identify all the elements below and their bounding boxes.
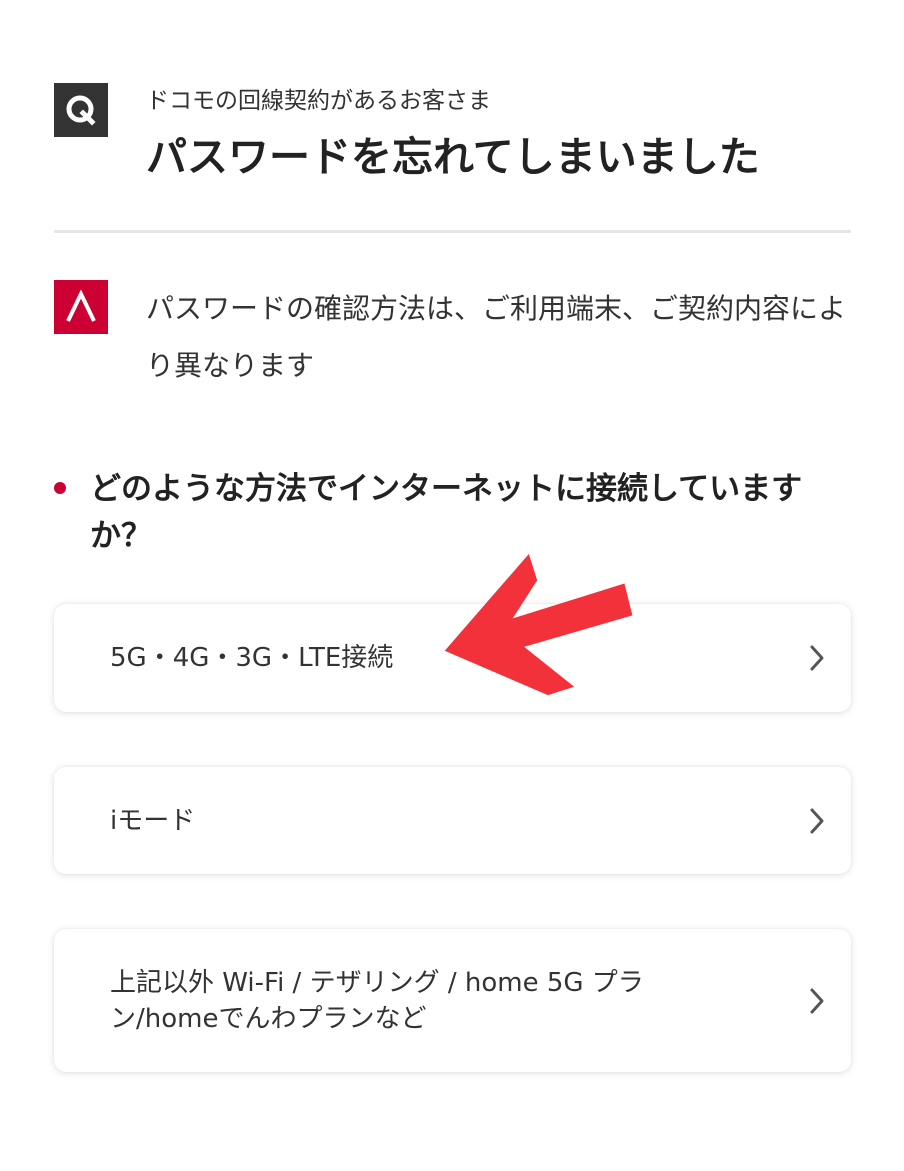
option-other-connection[interactable]: 上記以外 Wi-Fi / テザリング / home 5G プラン/homeでんわ…: [54, 929, 851, 1072]
option-mobile-connection[interactable]: 5G・4G・3G・LTE接続: [54, 604, 851, 712]
bullet-dot-icon: [54, 482, 66, 494]
section-heading: どのような方法でインターネットに接続していますか？: [54, 466, 854, 560]
q-letter-icon: [66, 95, 96, 126]
faq-page: ドコモの回線契約があるお客さま パスワードを忘れてしまいました パスワードの確認…: [0, 0, 904, 1171]
answer-badge: [54, 280, 108, 334]
question-badge: [54, 83, 108, 137]
chevron-right-icon: [805, 645, 829, 671]
question-subtitle: ドコモの回線契約があるお客さま: [146, 88, 491, 114]
option-label: iモード: [110, 805, 196, 836]
option-label: 5G・4G・3G・LTE接続: [110, 643, 394, 673]
chevron-right-icon: [805, 808, 829, 833]
option-label: 上記以外 Wi-Fi / テザリング / home 5G プラン/homeでんわ…: [110, 967, 644, 1034]
a-letter-icon: [66, 290, 96, 322]
question-title: パスワードを忘れてしまいました: [146, 133, 760, 181]
answer-text: パスワードの確認方法は、ご利用端末、ご契約内容により異なります: [146, 292, 847, 382]
option-imode[interactable]: iモード: [54, 767, 851, 874]
section-heading-text: どのような方法でインターネットに接続していますか？: [90, 471, 803, 554]
chevron-right-icon: [805, 988, 829, 1013]
divider: [54, 230, 851, 233]
